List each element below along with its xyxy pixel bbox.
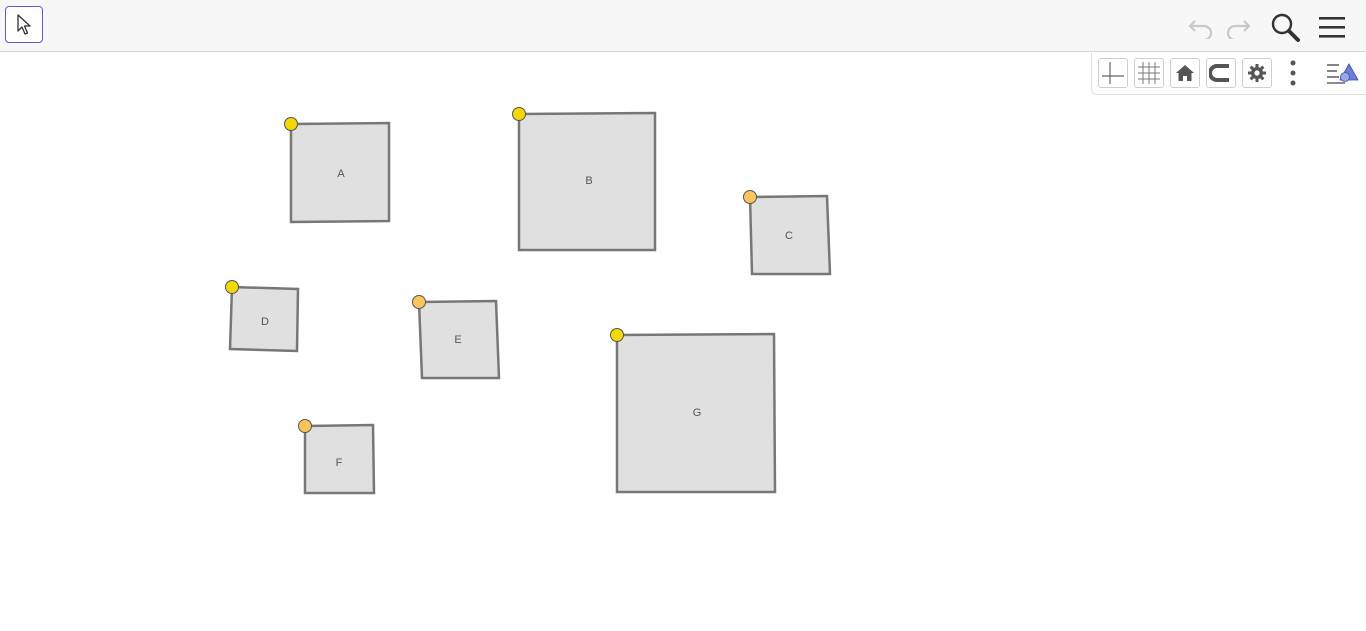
polygon-label: G [693, 407, 702, 419]
search-icon [1269, 11, 1301, 43]
vertex-point[interactable] [298, 419, 312, 433]
redo-button[interactable] [1221, 10, 1255, 44]
polygon-e[interactable]: E [412, 295, 501, 380]
polygon-g[interactable]: G [610, 328, 777, 494]
search-button[interactable] [1268, 10, 1302, 44]
graphics-view[interactable]: A B C D E F G [0, 53, 1366, 631]
undo-icon [1186, 15, 1216, 39]
vertex-point[interactable] [512, 107, 526, 121]
polygon-label: C [785, 230, 793, 242]
polygon-label: F [336, 457, 343, 469]
polygon-c[interactable]: C [743, 190, 832, 276]
polygon-label: A [337, 168, 345, 180]
main-menu-button[interactable] [1315, 10, 1349, 44]
top-toolbar [0, 0, 1366, 52]
undo-button[interactable] [1184, 10, 1218, 44]
redo-icon [1223, 15, 1253, 39]
vertex-point[interactable] [284, 117, 298, 131]
polygon-b[interactable]: B [512, 107, 657, 252]
polygon-d[interactable]: D [225, 280, 300, 353]
vertex-point[interactable] [412, 295, 426, 309]
polygon-f[interactable]: F [298, 419, 376, 495]
vertex-point[interactable] [225, 280, 239, 294]
polygon-label: B [585, 175, 592, 187]
vertex-point[interactable] [743, 190, 757, 204]
vertex-point[interactable] [610, 328, 624, 342]
move-tool-icon [16, 13, 32, 36]
menu-icon [1318, 15, 1346, 39]
polygon-label: D [261, 316, 269, 328]
polygon-label: E [454, 334, 461, 346]
polygon-a[interactable]: A [284, 117, 391, 224]
move-tool-button[interactable] [5, 6, 43, 43]
